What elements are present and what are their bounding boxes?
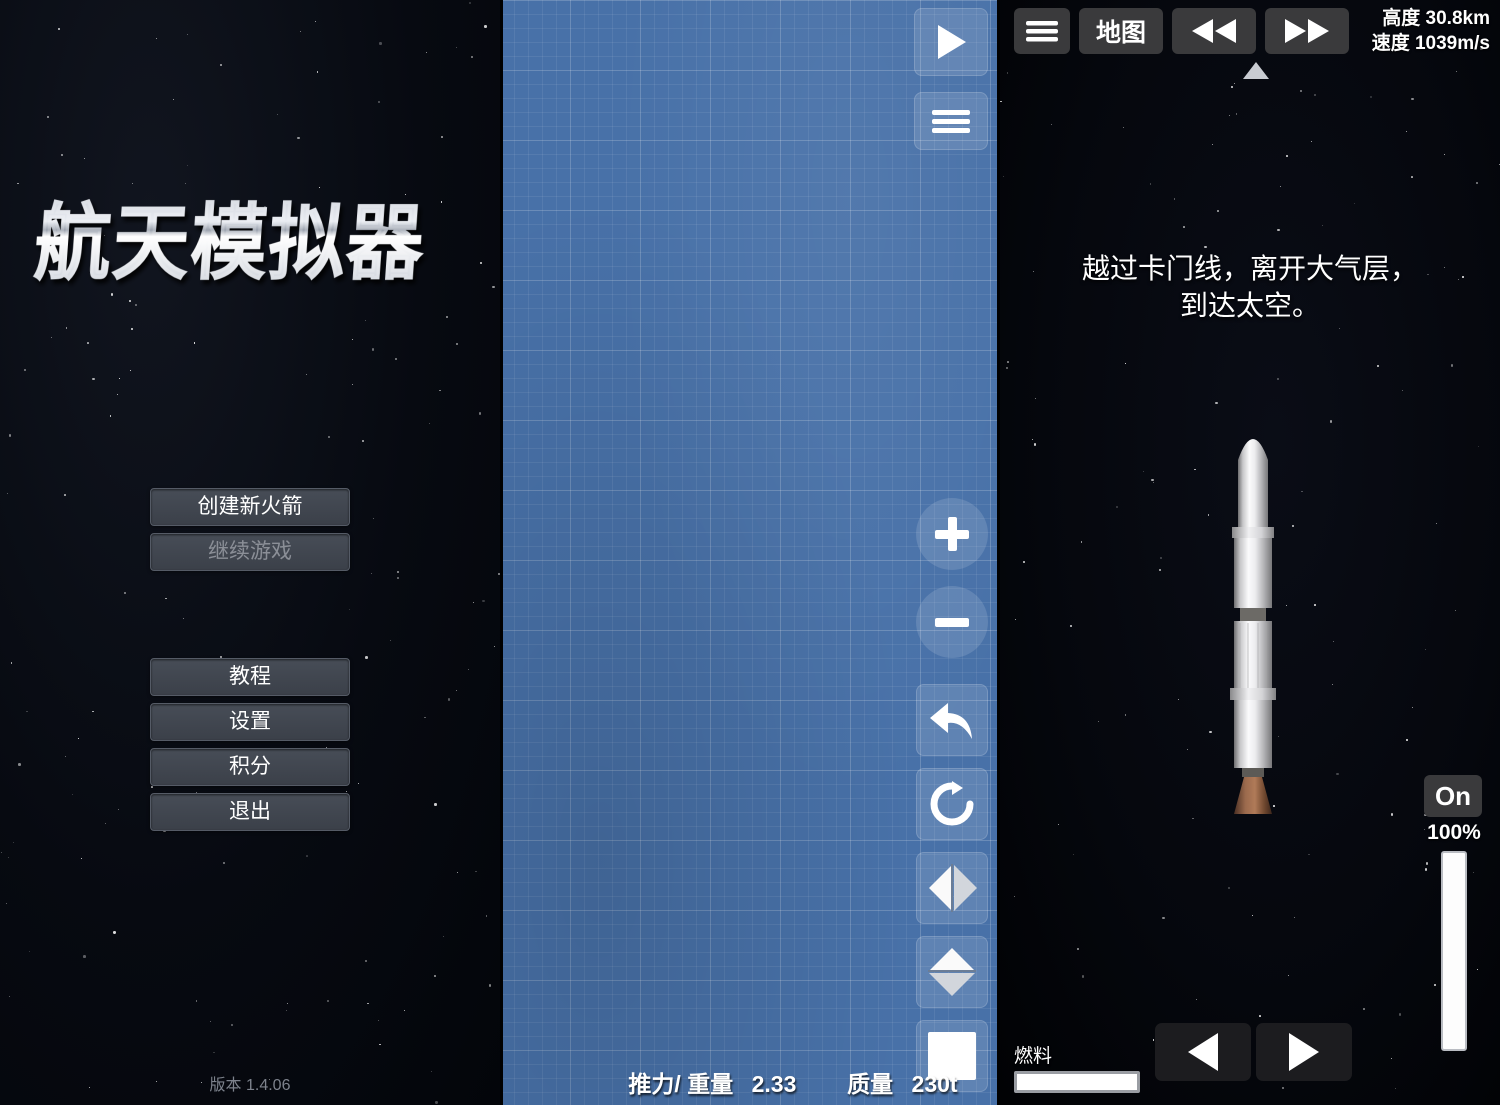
throttle-percent-label: 100% — [1427, 821, 1481, 844]
throttle-control[interactable]: On 100% — [1424, 775, 1484, 1051]
create-new-rocket-button[interactable]: 创建新火箭 — [150, 488, 350, 526]
mirror-horizontal-icon — [929, 864, 977, 912]
hamburger-menu-icon — [932, 110, 970, 133]
minus-icon — [935, 618, 969, 627]
mirror-vertical-button[interactable] — [916, 936, 988, 1008]
version-label: 版本 1.4.06 — [209, 1077, 291, 1094]
launch-button[interactable] — [914, 8, 988, 76]
staging-menu-button[interactable] — [914, 92, 988, 150]
rotate-left-button[interactable] — [1155, 1023, 1251, 1081]
triangle-left-icon — [1188, 1033, 1218, 1071]
mass-value: 230t — [911, 1071, 958, 1097]
main-menu-panel: 航天模拟器 创建新火箭 继续游戏 教程 设置 积分 退出 版本 1.4.06 — [0, 0, 500, 1105]
fuel-gauge: 燃料 — [1014, 1041, 1144, 1093]
tutorial-button[interactable]: 教程 — [150, 658, 350, 696]
page-title: 航天模拟器 — [31, 176, 480, 291]
triangle-right-icon — [1289, 1033, 1319, 1071]
credits-button[interactable]: 积分 — [150, 748, 350, 786]
play-icon — [938, 25, 966, 59]
mass-label: 质量 — [847, 1071, 894, 1097]
settings-button[interactable]: 设置 — [150, 703, 350, 741]
throttle-slider[interactable] — [1441, 851, 1467, 1051]
fuel-bar — [1014, 1071, 1140, 1093]
thrust-weight-label: 推力/ 重量 — [628, 1071, 734, 1097]
undo-button[interactable] — [916, 684, 988, 756]
undo-arrow-icon — [930, 703, 972, 739]
mirror-vertical-icon — [928, 948, 976, 996]
flight-view-panel: 地图 高度 30.8km 速度 1039m/s 越过卡门线，离开大气层， 到达太… — [1000, 0, 1500, 1105]
thrust-weight-value: 2.33 — [751, 1071, 797, 1097]
app-root: 航天模拟器 创建新火箭 继续游戏 教程 设置 积分 退出 版本 1.4.06 推… — [0, 0, 1500, 1105]
rotate-button[interactable] — [916, 768, 988, 840]
mirror-horizontal-button[interactable] — [916, 852, 988, 924]
panel-divider-right — [997, 0, 1000, 1105]
rocket-stats-bar: 推力/ 重量 2.33 质量 230t — [500, 1065, 1000, 1099]
continue-game-button[interactable]: 继续游戏 — [150, 533, 350, 571]
plus-icon — [935, 517, 969, 551]
build-editor-panel: 推力/ 重量 2.33 质量 230t — [500, 0, 1000, 1105]
rotate-right-button[interactable] — [1256, 1023, 1352, 1081]
quit-button[interactable]: 退出 — [150, 793, 350, 831]
fuel-label: 燃料 — [1014, 1046, 1053, 1067]
zoom-out-button[interactable] — [916, 586, 988, 658]
zoom-in-button[interactable] — [916, 498, 988, 570]
rotate-cw-icon — [930, 781, 974, 826]
panel-divider-left — [500, 0, 503, 1105]
engine-toggle-button[interactable]: On — [1424, 775, 1482, 817]
